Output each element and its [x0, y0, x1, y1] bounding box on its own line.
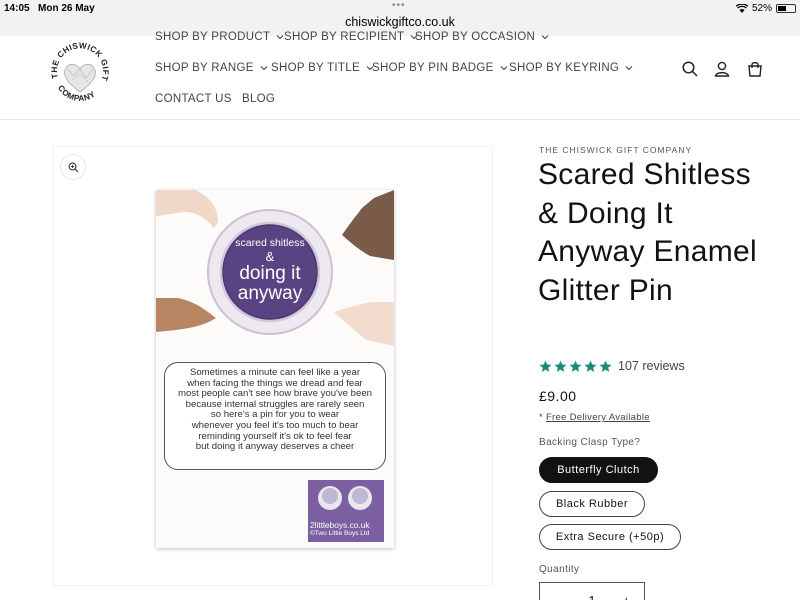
product-title: Scared Shitless & Doing It Anyway Enamel…	[538, 158, 757, 307]
card-poem-line: whenever you feel it's too much to bear	[191, 419, 359, 431]
nav-shop-by-product[interactable]: SHOP BY PRODUCT	[155, 31, 284, 43]
nav-shop-by-pin-badge[interactable]: SHOP BY PIN BADGE	[372, 62, 508, 74]
address-bar[interactable]: chiswickgiftco.co.uk	[0, 15, 800, 29]
backing-clasp-label: Backing Clasp Type?	[539, 437, 641, 448]
card-brand-label: 2littleboys.co.uk ©Two Little Boys Ltd	[308, 520, 384, 542]
chevron-down-icon	[625, 66, 633, 71]
zoom-in-icon	[68, 162, 78, 172]
quantity-label: Quantity	[539, 564, 580, 575]
card-brand-photo	[308, 480, 384, 520]
pin-illustration: scared shitless & doing it anyway	[156, 190, 394, 346]
nav-label: BLOG	[242, 93, 276, 105]
logo[interactable]: THE CHISWICK GIFT COMPANY	[44, 36, 116, 108]
status-right: 52%	[735, 3, 796, 14]
nav-shop-by-recipient[interactable]: SHOP BY RECIPIENT	[284, 31, 418, 43]
option-black-rubber[interactable]: Black Rubber	[539, 491, 645, 517]
battery-level	[778, 6, 787, 11]
nav-label: SHOP BY TITLE	[271, 62, 360, 74]
product-rating[interactable]: 107 reviews	[539, 359, 685, 373]
card-brand-copyright: ©Two Little Boys Ltd	[310, 530, 370, 537]
option-extra-secure[interactable]: Extra Secure (+50p)	[539, 524, 681, 550]
cart-icon[interactable]	[746, 60, 764, 78]
status-time: 14:05	[4, 3, 30, 14]
chevron-down-icon	[260, 66, 268, 71]
card-brand-site: 2littleboys.co.uk	[310, 520, 370, 530]
zoom-button[interactable]	[61, 155, 85, 179]
url-text: chiswickgiftco.co.uk	[345, 15, 455, 29]
card-poem-line: but doing it anyway deserves a cheer	[195, 441, 355, 453]
hand-left	[156, 298, 216, 332]
star-icon	[554, 360, 567, 372]
star-icon	[584, 360, 597, 372]
nav-label: SHOP BY PRODUCT	[155, 31, 271, 43]
hand-right	[334, 302, 394, 346]
wifi-icon	[735, 4, 748, 13]
nav-contact-us[interactable]: CONTACT US	[155, 93, 232, 105]
hand-top-left	[156, 190, 218, 228]
chevron-down-icon	[541, 35, 549, 40]
nav-label: CONTACT US	[155, 93, 232, 105]
nav-label: SHOP BY OCCASION	[415, 31, 536, 43]
nav-shop-by-range[interactable]: SHOP BY RANGE	[155, 62, 268, 74]
star-icon	[599, 360, 612, 372]
nav-shop-by-title[interactable]: SHOP BY TITLE	[271, 62, 374, 74]
account-icon[interactable]	[713, 60, 731, 78]
nav-shop-by-keyring[interactable]: SHOP BY KEYRING	[509, 62, 633, 74]
star-icon	[569, 360, 582, 372]
product-image[interactable]: scared shitless & doing it anyway Someti…	[156, 190, 394, 548]
nav-label: SHOP BY RANGE	[155, 62, 254, 74]
status-date: Mon 26 May	[38, 3, 95, 14]
quantity-plus-button[interactable]: +	[622, 593, 630, 600]
hand-top-right	[342, 190, 394, 260]
product-vendor[interactable]: THE CHISWICK GIFT COMPANY	[539, 145, 692, 155]
pin-text-top: scared shitless	[235, 237, 304, 249]
nav-label: SHOP BY RECIPIENT	[284, 31, 405, 43]
nav-shop-by-occasion[interactable]: SHOP BY OCCASION	[415, 31, 549, 43]
option-label: Black Rubber	[555, 498, 629, 510]
star-icon	[539, 360, 552, 372]
nav-blog[interactable]: BLOG	[242, 93, 275, 105]
chevron-down-icon	[500, 66, 508, 71]
nav-label: SHOP BY KEYRING	[509, 62, 620, 74]
card-poem: Sometimes a minute can feel like a year …	[164, 362, 386, 470]
product-price: £9.00	[539, 388, 577, 404]
pin-text-bottom: anyway	[238, 283, 303, 304]
nav-label: SHOP BY PIN BADGE	[372, 62, 494, 74]
free-delivery-link[interactable]: Free Delivery Available	[546, 412, 650, 423]
reviews-count[interactable]: 107 reviews	[618, 359, 685, 373]
option-label: Extra Secure (+50p)	[555, 531, 665, 543]
logo-heart-icon	[64, 63, 96, 93]
shipping-prefix: *	[539, 412, 546, 423]
search-icon[interactable]	[681, 60, 699, 78]
pin-text-mid: doing it	[239, 263, 301, 284]
quantity-minus-button[interactable]: −	[554, 593, 562, 600]
option-label: Butterfly Clutch	[557, 464, 640, 476]
site-header: THE CHISWICK GIFT COMPANY SHOP BY PRODUC…	[0, 31, 800, 120]
option-butterfly-clutch[interactable]: Butterfly Clutch	[539, 457, 658, 483]
quantity-value[interactable]: 1	[588, 593, 595, 600]
card-poem-line: Sometimes a minute can feel like a year	[189, 367, 361, 378]
pin-text-amp: &	[266, 249, 275, 264]
battery-percent: 52%	[751, 3, 772, 14]
quantity-stepper[interactable]: − 1 +	[539, 582, 645, 600]
shipping-note: * Free Delivery Available	[539, 412, 650, 423]
multitask-dots[interactable]: •••	[392, 0, 406, 11]
battery-icon	[776, 4, 796, 13]
